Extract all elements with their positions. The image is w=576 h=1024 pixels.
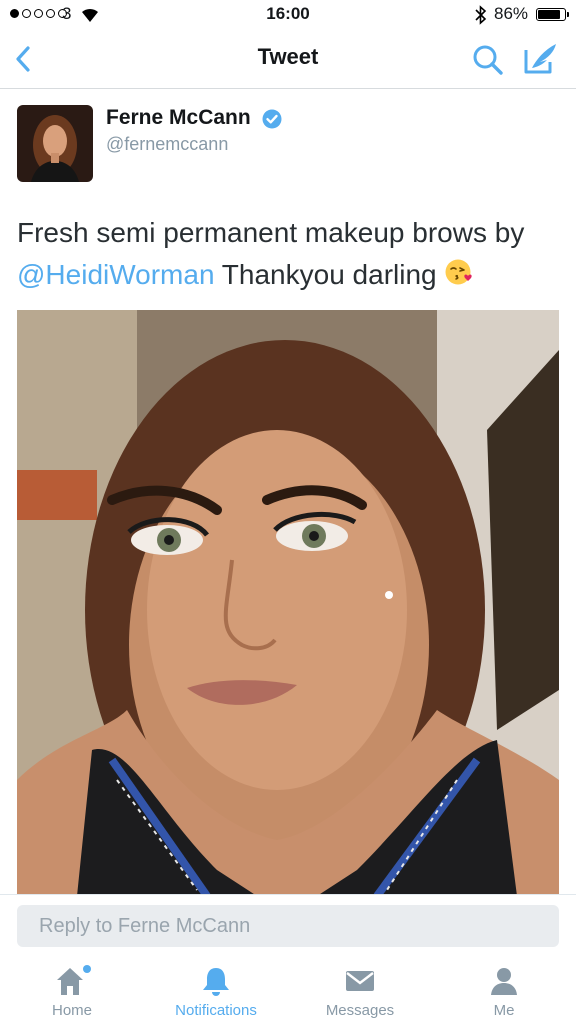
reply-input[interactable]: Reply to Ferne McCann	[17, 905, 559, 947]
search-icon	[473, 45, 503, 75]
verified-badge-icon	[262, 109, 282, 129]
tab-bar: Home Notifications Messages Me	[0, 956, 576, 1024]
person-icon	[491, 968, 517, 995]
compose-tweet-button[interactable]	[520, 40, 560, 78]
author-handle[interactable]: @fernemccann	[106, 134, 228, 155]
tab-messages-label: Messages	[325, 1002, 395, 1019]
search-button[interactable]	[470, 42, 506, 78]
tab-notifications-label: Notifications	[175, 1002, 257, 1019]
bell-icon	[203, 968, 229, 996]
navigation-bar: Tweet	[0, 30, 576, 89]
reply-bar: Reply to Ferne McCann	[0, 894, 576, 957]
author-name[interactable]: Ferne McCann	[106, 106, 251, 130]
tab-me[interactable]: Me	[432, 956, 576, 1024]
notification-dot	[83, 965, 91, 973]
face-throwing-kiss-emoji	[445, 259, 473, 285]
tab-me-label: Me	[493, 1002, 515, 1019]
mention-link[interactable]: @HeidiWorman	[17, 259, 215, 290]
tweet-text-start: Fresh semi permanent makeup brows by	[17, 217, 525, 248]
tab-home-label: Home	[51, 1002, 92, 1019]
status-bar: 3 16:00 86%	[0, 0, 576, 30]
battery-icon	[536, 8, 566, 21]
bluetooth-icon	[475, 5, 487, 25]
battery-percent: 86%	[494, 4, 529, 23]
tweet-text: Fresh semi permanent makeup brows by @He…	[17, 212, 562, 296]
author-avatar[interactable]	[17, 105, 93, 182]
tweet-text-end: Thankyou darling	[214, 259, 445, 290]
tab-home[interactable]: Home	[0, 956, 144, 1024]
compose-icon	[524, 44, 556, 74]
envelope-icon	[346, 971, 374, 991]
tab-notifications[interactable]: Notifications	[144, 956, 288, 1024]
tab-messages[interactable]: Messages	[288, 956, 432, 1024]
tweet-photo[interactable]	[17, 310, 559, 896]
reply-placeholder: Reply to Ferne McCann	[39, 914, 251, 937]
clock: 16:00	[266, 4, 310, 23]
home-icon	[57, 965, 91, 995]
